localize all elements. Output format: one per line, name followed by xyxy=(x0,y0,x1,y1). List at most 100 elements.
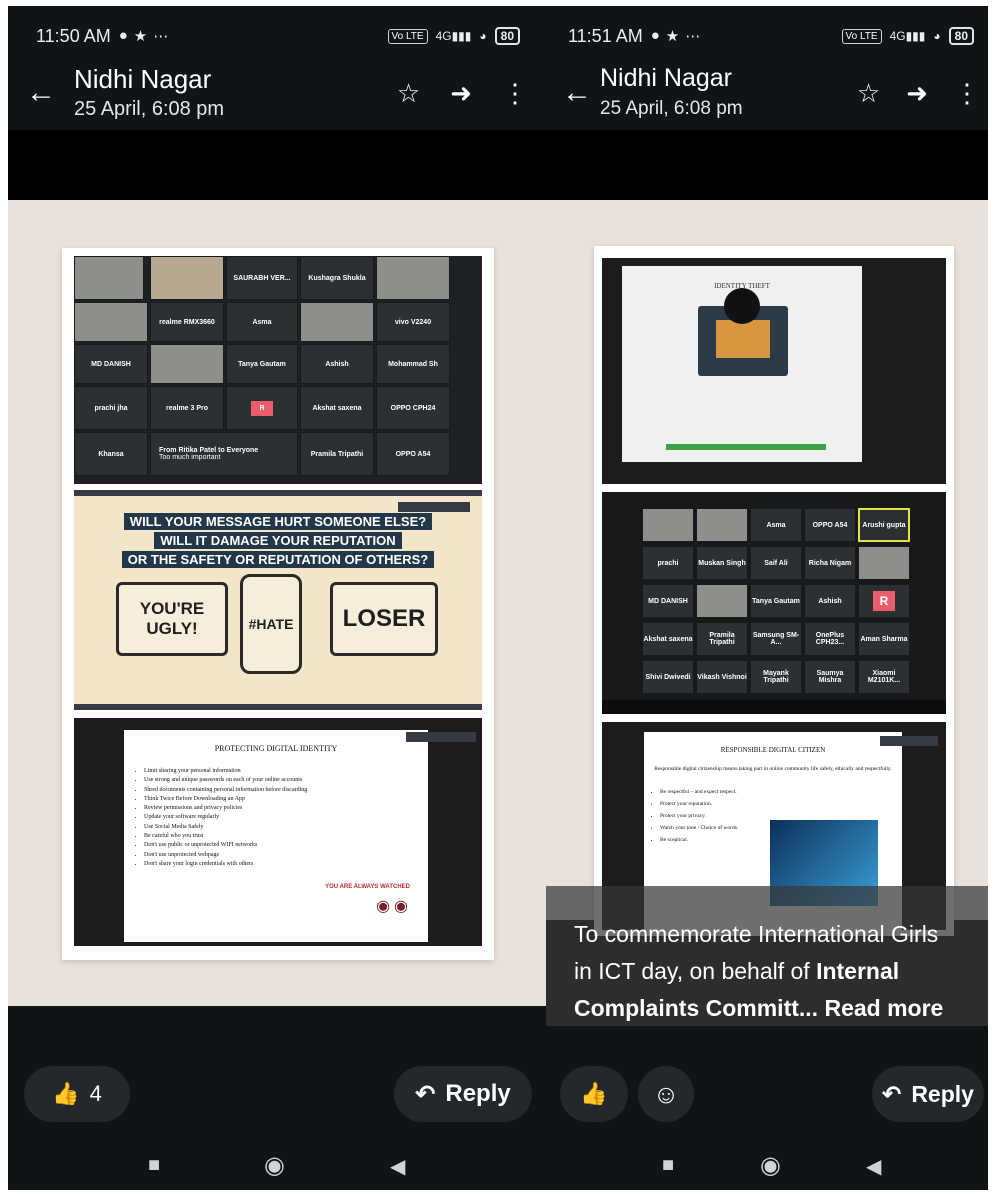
participant-tile-initial: R xyxy=(858,584,910,618)
recents-icon[interactable]: ■ xyxy=(662,1154,674,1177)
video-tile xyxy=(376,256,450,300)
participant-tile: Mohammad Sh xyxy=(376,344,450,384)
media-top-letterbox xyxy=(8,130,546,200)
reply-arrow-icon: ↶ xyxy=(882,1080,902,1107)
participant-tile: Akshat saxena xyxy=(642,622,694,656)
participant-tile: vivo V2240 xyxy=(376,302,450,342)
video-tile xyxy=(696,584,748,618)
participant-tile: Shivi Dwivedi xyxy=(642,660,694,694)
star-icon[interactable]: ☆ xyxy=(397,78,420,109)
participant-tile: Pramila Tripathi xyxy=(696,622,748,656)
zoom-meeting-slide: Asma OPPO A54 Arushi gupta prachi Muskan… xyxy=(602,492,946,714)
reaction-button[interactable]: 👍 xyxy=(560,1066,628,1122)
bullet-item: Watch your tone / Choice of words. xyxy=(660,822,780,834)
reaction-count: 4 xyxy=(89,1081,102,1106)
more-vert-icon[interactable]: ⋮ xyxy=(502,78,528,109)
reply-label: Reply xyxy=(911,1080,974,1107)
add-reaction-button[interactable]: ☺ xyxy=(638,1066,694,1122)
participant-tile: OPPO A54 xyxy=(804,508,856,542)
shared-photo[interactable]: IDENTITY THEFT Asma OPPO A54 Arushi gupt… xyxy=(546,200,988,936)
participant-tile: OPPO A54 xyxy=(376,432,450,476)
participant-tile: Akshat saxena xyxy=(300,386,374,430)
photo-caption[interactable]: To commemorate International Girls in IC… xyxy=(546,886,988,1026)
app-notification-icon: ★ xyxy=(665,28,680,45)
slide-headline: WILL YOUR MESSAGE HURT SOMEONE ELSE? WIL… xyxy=(74,512,482,569)
read-more-link[interactable]: Read more xyxy=(818,995,943,1021)
zoom-meeting-slide: SAURABH VER... Kushagra Shukla realme RM… xyxy=(74,256,482,484)
home-icon[interactable]: ◉ xyxy=(760,1151,781,1180)
bullet-item: Protect your reputation. xyxy=(660,798,780,810)
emoji-add-icon: ☺ xyxy=(652,1078,680,1109)
participant-tile: Saumya Mishra xyxy=(804,660,856,694)
participant-tile: Samsung SM-A... xyxy=(750,622,802,656)
participant-tile: MD DANISH xyxy=(642,584,694,618)
back-nav-icon[interactable]: ◀ xyxy=(390,1154,405,1179)
wifi-icon: ◕ xyxy=(479,29,487,43)
headline-line-3: OR THE SAFETY OR REPUTATION OF OTHERS? xyxy=(121,551,435,568)
video-tile xyxy=(74,302,148,342)
slide-title: RESPONSIBLE DIGITAL CITIZEN xyxy=(720,746,826,754)
digital-identity-slide: PROTECTING DIGITAL IDENTITY Limit sharin… xyxy=(74,718,482,946)
android-nav-bar: ■ ◉ ◀ xyxy=(8,1151,546,1180)
status-time: 11:50 AM xyxy=(36,25,111,46)
participant-tile: SAURABH VER... xyxy=(226,256,298,300)
bullet-item: Protect your privacy. xyxy=(660,810,780,822)
more-vert-icon[interactable]: ⋮ xyxy=(954,78,980,109)
slide-page: IDENTITY THEFT xyxy=(622,266,862,462)
participant-tile: Richa Nigam xyxy=(804,546,856,580)
app-bar-actions: ☆ ➜ ⋮ xyxy=(397,78,528,109)
chat-popup: From Ritika Patel to Everyone Too much i… xyxy=(150,432,298,476)
volte-icon: Vo LTE xyxy=(387,28,428,44)
reply-button[interactable]: ↶ Reply xyxy=(394,1066,532,1122)
chat-notification-icon: ● xyxy=(650,27,660,44)
app-notification-icon: ★ xyxy=(133,28,148,45)
home-icon[interactable]: ◉ xyxy=(264,1151,285,1180)
star-icon[interactable]: ☆ xyxy=(857,78,880,109)
recents-icon[interactable]: ■ xyxy=(148,1154,160,1177)
headline-line-1: WILL YOUR MESSAGE HURT SOMEONE ELSE? xyxy=(123,513,433,530)
shared-photo[interactable]: SAURABH VER... Kushagra Shukla realme RM… xyxy=(8,200,546,1006)
status-bar: 11:51 AM ● ★ ⋯ Vo LTE 4G▮▮▮ ◕ 80 xyxy=(568,24,974,48)
bullet-item: Don't share your login credentials with … xyxy=(144,860,428,869)
video-tile xyxy=(696,508,748,542)
reply-button[interactable]: ↶ Reply xyxy=(872,1066,984,1122)
reaction-button[interactable]: 👍 4 xyxy=(24,1066,130,1122)
network-type: 4G xyxy=(435,29,452,43)
back-arrow-icon[interactable]: ← xyxy=(562,76,592,110)
left-screenshot: 11:50 AM ● ★ ⋯ Vo LTE 4G▮▮▮ ◕ 80 ← Nidhi… xyxy=(8,6,546,1190)
participant-tile-speaking: Arushi gupta xyxy=(858,508,910,542)
slide-tag-bar xyxy=(880,736,938,746)
back-arrow-icon[interactable]: ← xyxy=(26,76,56,110)
envelope-illustration xyxy=(716,320,770,358)
forward-icon[interactable]: ➜ xyxy=(906,78,928,109)
video-tile xyxy=(858,546,910,580)
video-tile xyxy=(150,256,224,300)
app-bar-actions: ☆ ➜ ⋮ xyxy=(857,78,980,109)
participant-tile: Asma xyxy=(226,302,298,342)
participant-tile: prachi jha xyxy=(74,386,148,430)
slide-bottom-bar xyxy=(74,704,482,710)
participant-tile: realme RMX3660 xyxy=(150,302,224,342)
forward-icon[interactable]: ➜ xyxy=(450,78,472,109)
participant-tile: MD DANISH xyxy=(74,344,148,384)
collage-card: SAURABH VER... Kushagra Shukla realme RM… xyxy=(62,248,494,960)
participant-tile: Vikash Vishnoi xyxy=(696,660,748,694)
battery-icon: 80 xyxy=(948,27,974,45)
back-nav-icon[interactable]: ◀ xyxy=(866,1154,881,1179)
participant-tile: Aman Sharma xyxy=(858,622,910,656)
participant-tile: Khansa xyxy=(74,432,148,476)
eyes-icon: ◉ ◉ xyxy=(376,898,408,915)
more-notifications-icon: ⋯ xyxy=(153,28,169,45)
right-screenshot: 11:51 AM ● ★ ⋯ Vo LTE 4G▮▮▮ ◕ 80 ← Nidhi… xyxy=(546,6,988,1190)
message-datetime: 25 April, 6:08 pm xyxy=(74,98,225,120)
video-tile xyxy=(150,344,224,384)
bullet-item: Limit sharing your personal information xyxy=(144,767,428,776)
identity-theft-slide: IDENTITY THEFT xyxy=(602,258,946,484)
bullet-item: Be careful who you trust xyxy=(144,832,428,841)
participant-tile: Pramila Tripathi xyxy=(300,432,374,476)
participant-tile: Saif Ali xyxy=(750,546,802,580)
video-tile xyxy=(642,508,694,542)
bullet-item: Think Twice Before Downloading an App xyxy=(144,795,428,804)
bullet-item: Shred documents containing personal info… xyxy=(144,786,428,795)
wifi-icon: ◕ xyxy=(933,29,941,43)
